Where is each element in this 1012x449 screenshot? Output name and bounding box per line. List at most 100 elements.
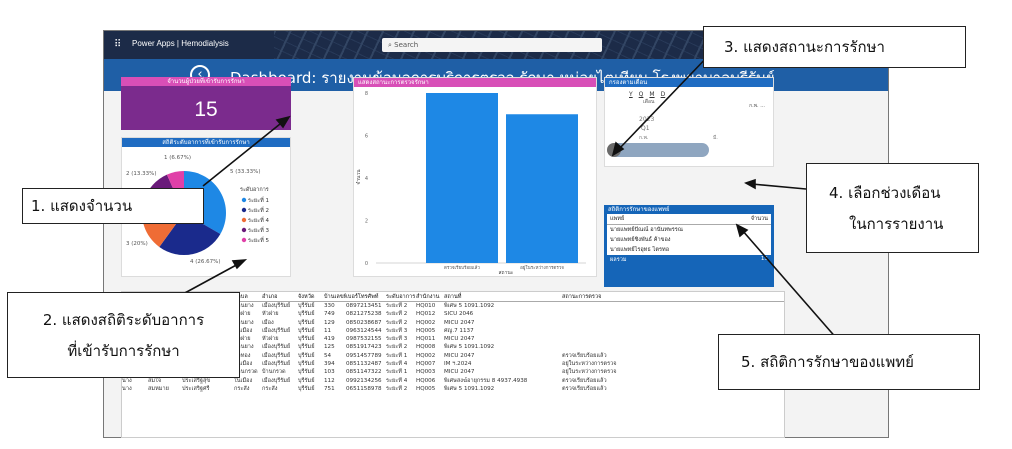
table-cell: กระสัง <box>262 385 278 392</box>
period-tabs: YQMD <box>629 91 773 98</box>
table-cell: บุรีรัมย์ <box>298 336 315 343</box>
column-header[interactable]: สถานที่ <box>444 292 562 301</box>
annotation-2: 2. แสดงสถิติระดับอาการ ที่เข้ารับการรักษ… <box>7 292 240 378</box>
table-cell: บุรีรัมย์ <box>298 377 315 384</box>
column-header[interactable]: ระดับอาการ <box>386 292 416 301</box>
pie-slice-label: 1 (6.67%) <box>164 155 191 161</box>
doctor-name: นายแพทย์ไรอุทธ ไตรทอ <box>610 247 670 253</box>
table-cell: บุรีรัมย์ <box>298 369 315 376</box>
patient-count-card: จำนวนผู้ป่วยที่เข้ารับการรักษา 15 <box>121 77 291 130</box>
table-cell: บุรีรัมย์ <box>298 319 315 326</box>
table-cell: พิเศษ 5 1091.1092 <box>444 385 495 392</box>
table-cell: บุรีรัมย์ <box>298 344 315 351</box>
table-cell: หัวฝาย <box>262 336 279 343</box>
pie-legend-marker <box>241 227 247 233</box>
table-cell: IM ฯ.2024 <box>444 361 472 368</box>
column-header[interactable]: บ้านเลขที่ <box>324 292 346 301</box>
pie-slice-label: 4 (26.67%) <box>190 259 221 265</box>
table-cell: ระยะที่ 2 <box>386 344 408 351</box>
table-cell: 0851917423 <box>346 344 382 351</box>
status-bar-card: แสดงสถานะการตรวจรักษา 0 2 4 6 8 จำนวน ตรวจเรีย… <box>353 77 597 277</box>
table-cell: ระยะที่ 2 <box>386 303 408 309</box>
period-tab[interactable]: M <box>649 91 654 98</box>
table-cell: ระยะที่ 2 <box>386 385 408 392</box>
table-cell: 419 <box>324 336 335 343</box>
table-cell: 54 <box>324 352 332 359</box>
doctor-name: นายแพทย์ปัณณ์ อานันทพรรณ <box>610 227 683 233</box>
year-label: 2023 <box>639 116 655 123</box>
table-cell: หัวฝาย <box>262 311 279 318</box>
table-cell: ศญ.7 1137 <box>444 327 474 334</box>
table-cell: บุรีรัมย์ <box>298 385 315 392</box>
table-cell: บุรีรัมย์ <box>298 361 315 368</box>
table-cell: SICU 2046 <box>444 311 474 318</box>
table-cell: ระยะที่ 2 <box>386 311 408 318</box>
table-cell <box>562 343 646 351</box>
column-header[interactable]: อำเภอ <box>262 292 298 301</box>
table-cell: 103 <box>324 369 335 376</box>
table-cell: 0851132487 <box>346 361 382 368</box>
table-cell: HQ007 <box>416 361 436 368</box>
slider-handle-start[interactable] <box>607 143 621 157</box>
doctor-row: นายแพทย์ปัณณ์ อานันทพรรณ <box>607 225 771 235</box>
table-cell: 330 <box>324 303 335 309</box>
annotation-2-line-2: ที่เข้ารับการรักษา <box>67 342 180 360</box>
period-tab[interactable]: D <box>661 91 666 98</box>
y-axis-label: จำนวน <box>356 169 362 185</box>
table-cell: บ้านกรวด <box>262 369 286 376</box>
table-cell: 0897213451 <box>346 303 382 309</box>
app-launcher-icon[interactable]: ⠿ <box>114 40 121 50</box>
app-title: Power Apps | Hemodialysis <box>132 39 229 48</box>
table-cell: บุรีรัมย์ <box>298 303 315 309</box>
column-header[interactable]: สำนักงาน <box>416 292 444 301</box>
table-cell: HQ008 <box>416 344 436 351</box>
table-cell: 0851147322 <box>346 369 382 376</box>
doctor-total-value: 15 <box>760 256 768 262</box>
table-cell: 129 <box>324 319 335 326</box>
table-cell: 749 <box>324 311 335 318</box>
doctor-total-label: ผลรวม <box>610 257 627 263</box>
annotation-1: 1. แสดงจำนวน <box>22 188 204 224</box>
doctor-card-title: สถิติการรักษาของแพทย์ <box>604 205 774 214</box>
table-row[interactable]: นาง สมหมาย ประเสริฐศรี กระสัง กระสัง บุรีรัมย… <box>122 385 784 393</box>
table-cell: เมืองบุรีรัมย์ <box>262 377 291 384</box>
patient-count-value: 15 <box>194 98 218 121</box>
table-cell: อยู่ในระหว่างการตรวจ <box>562 361 617 368</box>
table-cell: HQ010 <box>416 303 436 309</box>
table-cell <box>562 335 646 343</box>
x-category-label: อยู่ในระหว่างการตรวจ <box>520 265 564 271</box>
column-header[interactable]: เบอร์โทรศัพท์ <box>346 292 386 301</box>
table-cell: เมือง <box>262 319 274 326</box>
table-cell: MICU 2047 <box>444 336 475 343</box>
bar-card-title: แสดงสถานะการตรวจรักษา <box>354 78 596 87</box>
table-cell <box>562 310 646 318</box>
pie-legend-title: ระดับอาการ <box>240 186 269 193</box>
search-input[interactable]: ⌕ Search <box>382 38 602 52</box>
column-header[interactable]: สถานะการตรวจ <box>562 292 646 301</box>
doctor-row: นายแพทย์ชิงพันธ์ ค้าของ <box>607 235 771 245</box>
column-header[interactable]: จังหวัด <box>298 292 324 301</box>
month-range-slider[interactable] <box>609 143 709 157</box>
table-cell: MICU 2047 <box>444 352 475 359</box>
table-cell: พิเศษ 5 1091.1092 <box>444 303 495 309</box>
table-cell: ระยะที่ 1 <box>386 369 408 376</box>
table-cell: MICU 2047 <box>444 319 475 326</box>
table-cell: HQ002 <box>416 319 436 326</box>
table-cell: ระยะที่ 2 <box>386 319 408 326</box>
pie-legend-item: ระยะที่ 5 <box>248 236 269 244</box>
doctor-col-count: จำนวน <box>750 216 768 222</box>
table-cell: HQ005 <box>416 327 436 334</box>
table-cell: 751 <box>324 385 335 392</box>
table-cell: ระยะที่ 4 <box>386 377 408 384</box>
period-tab[interactable]: Q <box>639 91 644 98</box>
table-cell <box>562 327 646 335</box>
table-cell: 125 <box>324 344 335 351</box>
table-cell: ตรวจเรียบร้อยแล้ว <box>562 385 607 392</box>
annotation-3: 3. แสดงสถานะการรักษา <box>703 26 966 68</box>
annotation-2-line-1: 2. แสดงสถิติระดับอาการ <box>42 311 205 329</box>
period-tab[interactable]: Y <box>629 91 633 98</box>
pie-legend-marker <box>241 197 247 203</box>
table-cell: นาง <box>122 385 132 392</box>
month-filter-title: กรองตามเดือน <box>605 78 773 87</box>
y-tick-label: 6 <box>365 134 368 140</box>
